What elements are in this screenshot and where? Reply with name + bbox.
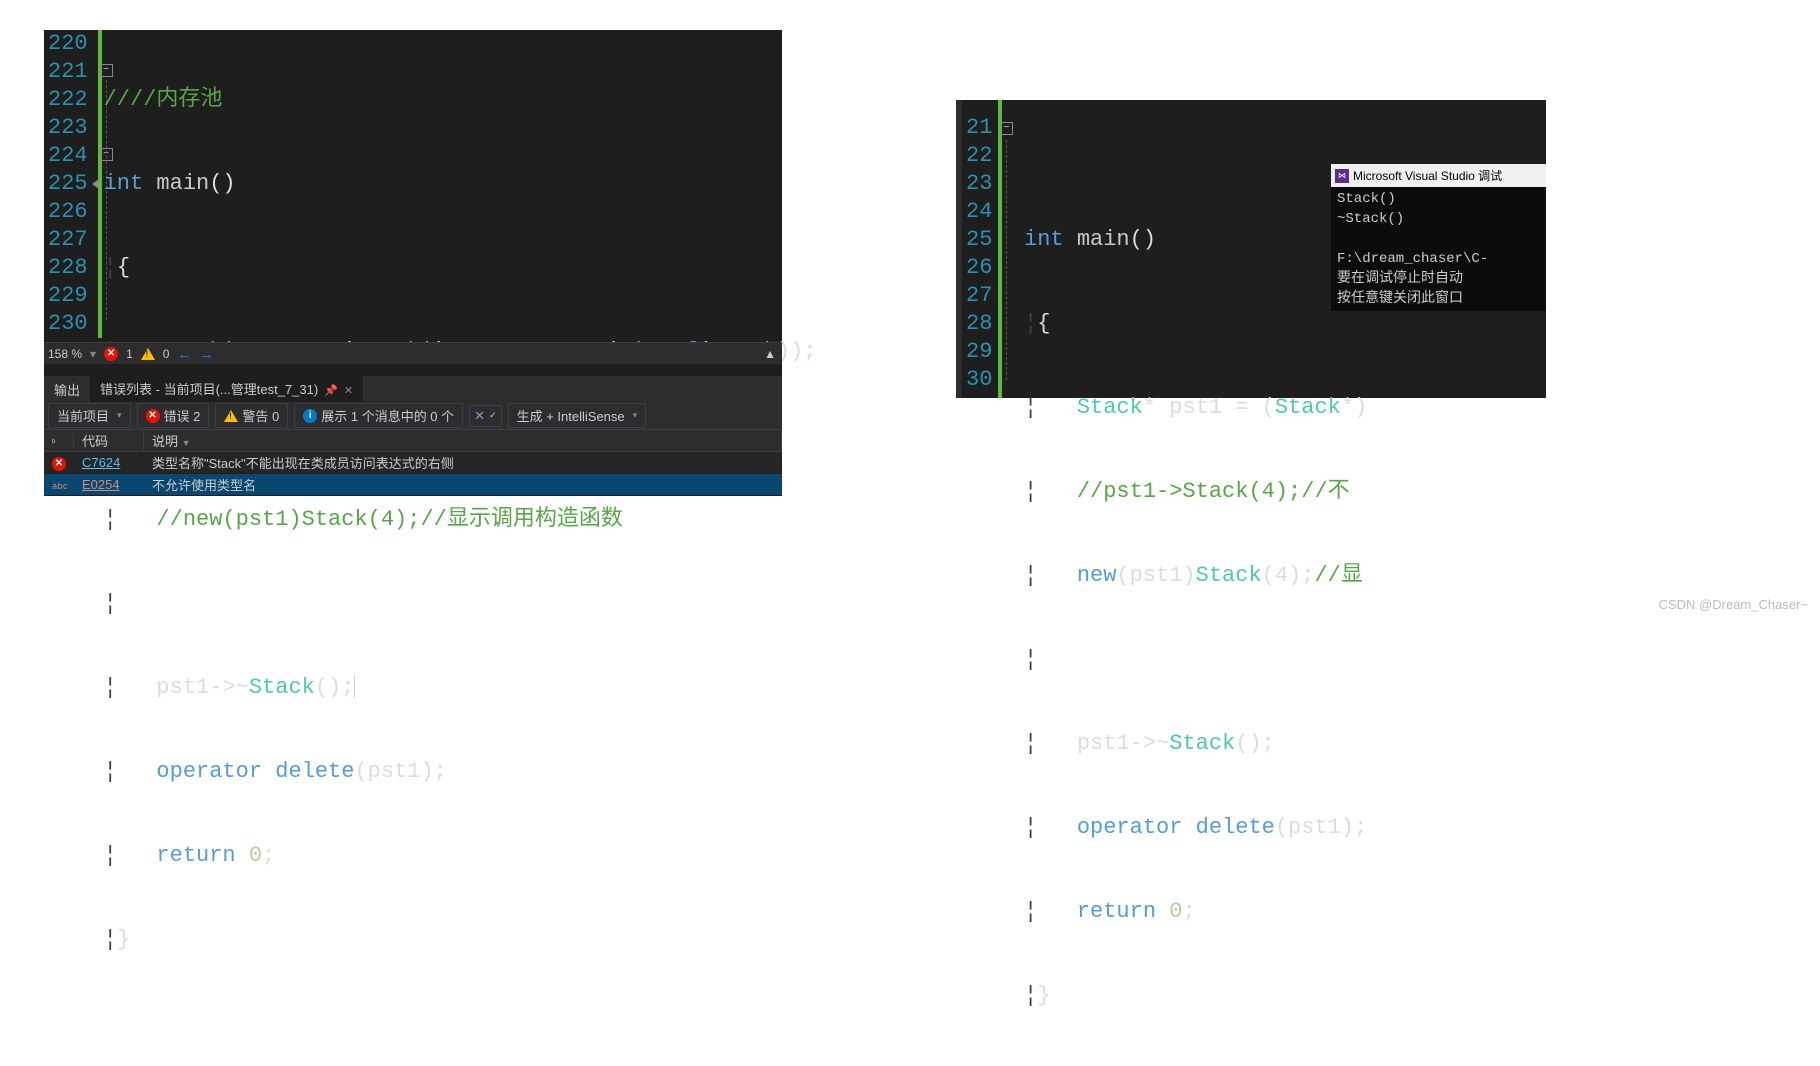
line-number: 226 (48, 198, 88, 226)
output-tab[interactable]: 输出 (44, 376, 90, 403)
code-line-current: ¦ pst1->~Stack(); (98, 674, 817, 702)
line-number: 221 (48, 58, 88, 86)
error-row[interactable]: ✕ C7624 类型名称"Stack"不能出现在类成员访问表达式的右侧 (44, 452, 782, 474)
build-dropdown[interactable]: 生成 + IntelliSense▾ (508, 403, 647, 428)
code-line: ¦ Stack* pst1 = (Stack*) (1018, 394, 1546, 422)
col-icon[interactable]: ᵇ (44, 433, 74, 448)
watermark: CSDN @Dream_Chaser~ (1659, 597, 1808, 612)
line-number: 26 (966, 254, 988, 282)
fold-guide (1006, 140, 1007, 380)
error-description: 不允许使用类型名 (144, 475, 782, 494)
code-line: ¦ pst1->~Stack(); (1018, 730, 1546, 758)
line-number: 28 (966, 310, 988, 338)
code-line: int main() (98, 170, 817, 198)
code-line: ¦} (1018, 982, 1546, 1010)
code-line: ¦ new(pst1)Stack(4);//显 (1018, 562, 1546, 590)
warning-count: 0 (163, 347, 170, 361)
code-line: ¦ return 0; (98, 842, 817, 870)
error-list-tab[interactable]: 错误列表 - 当前项目(...管理test_7_31)📌✕ (90, 375, 363, 404)
error-icon: ✕ (52, 457, 66, 471)
code-line: ¦ operator delete(pst1); (98, 758, 817, 786)
error-filter-bar: 当前项目▾ ✕错误 2 警告 0 i展示 1 个消息中的 0 个 ✕✓ 生成 +… (44, 402, 782, 430)
table-header: ᵇ 代码 说明 ▼ (44, 430, 782, 452)
line-number: 229 (48, 282, 88, 310)
code-line: ¦ operator delete(pst1); (1018, 814, 1546, 842)
col-code[interactable]: 代码 (74, 431, 144, 450)
vs-icon: ⋈ (1335, 169, 1349, 183)
warnings-filter[interactable]: 警告 0 (215, 403, 288, 428)
warning-icon[interactable] (141, 348, 155, 360)
nav-next-icon[interactable]: → (199, 346, 213, 362)
line-number: 22 (966, 142, 988, 170)
error-code-link[interactable]: C7624 (82, 455, 120, 470)
scope-dropdown[interactable]: 当前项目▾ (48, 403, 131, 428)
line-number: 223 (48, 114, 88, 142)
line-number: 24 (966, 198, 988, 226)
error-count: 1 (126, 347, 133, 361)
line-number-gutter: 21 22 23 24 25 26 27 28 29 30 (962, 100, 998, 398)
col-description[interactable]: 说明 ▼ (144, 431, 782, 450)
close-icon[interactable]: ✕ (344, 385, 353, 397)
line-number: 21 (966, 114, 988, 142)
editor-status-bar: 158 % ▾ ✕ 1 0 ← → ▲ (44, 342, 782, 364)
line-number: 222 (48, 86, 88, 114)
zoom-level[interactable]: 158 % (48, 347, 82, 361)
line-number: 225 (48, 170, 88, 198)
errors-filter[interactable]: ✕错误 2 (137, 403, 210, 428)
debug-console-output: Stack() ~Stack() F:\dream_chaser\C- 要在调试… (1331, 187, 1546, 311)
line-number: 27 (966, 282, 988, 310)
code-line: ¦ (1018, 646, 1546, 674)
code-line-current: ¦ return 0; (1018, 898, 1546, 926)
code-line: ¦ //pst1->Stack(4);//不 (1018, 478, 1546, 506)
line-number: 25 (966, 226, 988, 254)
code-text: ////内存池 (104, 87, 223, 112)
debug-window-title: Microsoft Visual Studio 调试 (1353, 167, 1502, 184)
line-number: 224 (48, 142, 88, 170)
code-line: ¦} (98, 926, 817, 954)
debug-console-window[interactable]: ⋈ Microsoft Visual Studio 调试 Stack() ~St… (1331, 164, 1546, 311)
intellisense-toggle[interactable]: ✕✓ (469, 405, 501, 427)
nav-prev-icon[interactable]: ← (177, 346, 191, 362)
line-number: 23 (966, 170, 988, 198)
error-code-link[interactable]: E0254 (82, 477, 120, 492)
fold-toggle-icon[interactable]: − (1000, 122, 1013, 135)
error-list-table: ᵇ 代码 说明 ▼ ✕ C7624 类型名称"Stack"不能出现在类成员访问表… (44, 430, 782, 496)
text-cursor (354, 676, 355, 698)
pin-icon[interactable]: 📌 (324, 385, 338, 397)
line-number: 30 (966, 366, 988, 394)
code-line: ¦{ (1018, 310, 1546, 338)
code-line: ¦ //new(pst1)Stack(4);//显示调用构造函数 (98, 506, 817, 534)
intellisense-error-icon: abc (52, 482, 68, 492)
line-number: 228 (48, 254, 88, 282)
scroll-up-icon[interactable]: ▲ (764, 347, 776, 361)
debug-window-titlebar[interactable]: ⋈ Microsoft Visual Studio 调试 (1331, 164, 1546, 187)
change-marker (998, 100, 1002, 398)
bottom-panel-tabs: 输出 错误列表 - 当前项目(...管理test_7_31)📌✕ (44, 376, 782, 402)
code-line: ¦ (98, 590, 817, 618)
fold-column: − (998, 100, 1018, 398)
code-line: ¦{ (98, 254, 817, 282)
error-row[interactable]: abc E0254 不允许使用类型名 (44, 474, 782, 496)
line-number: 220 (48, 30, 88, 58)
line-number: 29 (966, 338, 988, 366)
line-number: 230 (48, 310, 88, 338)
messages-filter[interactable]: i展示 1 个消息中的 0 个 (294, 403, 463, 428)
error-description: 类型名称"Stack"不能出现在类成员访问表达式的右侧 (144, 453, 782, 472)
line-number: 227 (48, 226, 88, 254)
error-icon[interactable]: ✕ (104, 347, 118, 361)
